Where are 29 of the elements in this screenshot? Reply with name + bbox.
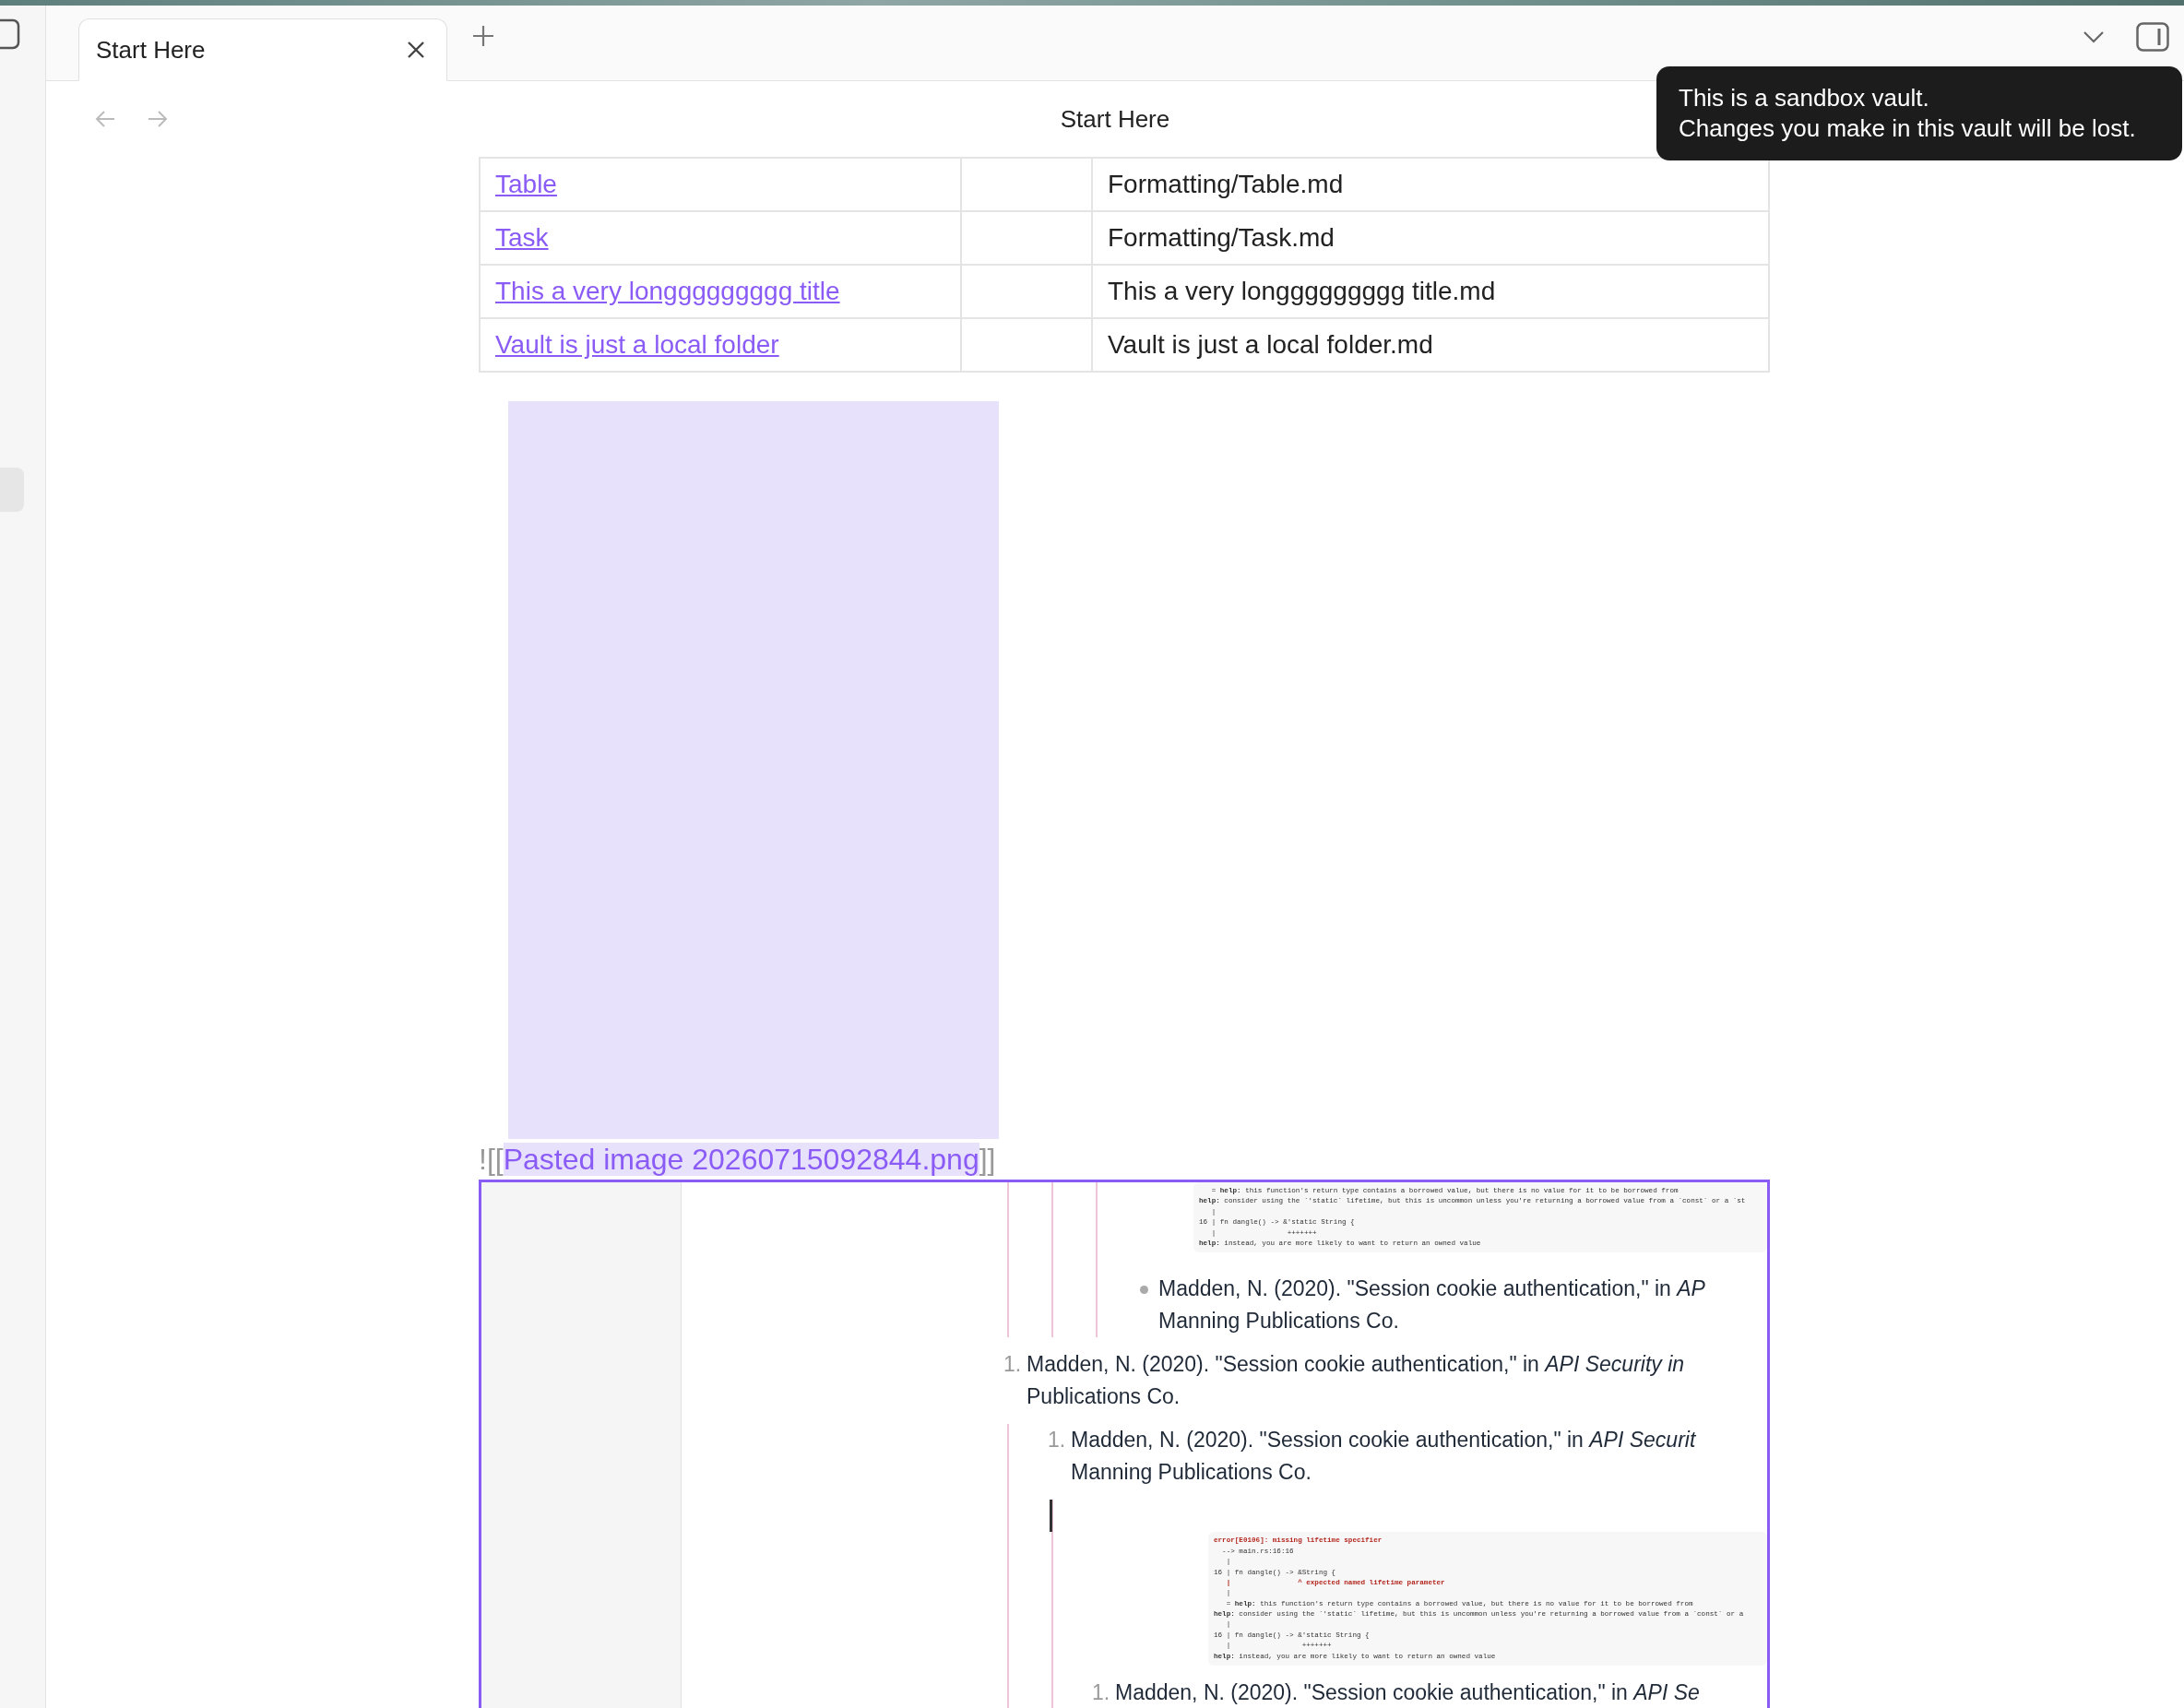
table-cell: This a very longgggggggg title.md	[1092, 265, 1769, 318]
reference-text: Madden, N. (2020). "Session cookie authentication," in API Security in Publications Co.	[1027, 1351, 1685, 1411]
chevron-down-icon[interactable]	[2083, 30, 2105, 43]
list-number: 1.	[1048, 1427, 1067, 1454]
note-link[interactable]: Task	[495, 223, 549, 252]
note-link[interactable]: Vault is just a local folder	[495, 330, 779, 359]
embed-bracket: ]]	[979, 1143, 996, 1176]
sidebar-toggle-icon[interactable]	[0, 18, 20, 50]
list-number: 1.	[1092, 1679, 1111, 1707]
tooltip-text: This is a sandbox vault.	[1679, 83, 1930, 113]
sidebar-toggle-icon[interactable]	[2136, 21, 2169, 52]
note-title: Start Here	[1060, 104, 1170, 134]
text-cursor	[1050, 1500, 1052, 1533]
reference-text: Madden, N. (2020). "Session cookie authentication," in API Securit Manning Publications Co.	[1071, 1427, 1696, 1487]
reference-text: Madden, N. (2020). "Session cookie authentication," in AP Manning Publications Co.	[1158, 1275, 1705, 1335]
close-icon[interactable]	[406, 40, 426, 60]
tooltip-text: Changes you make in this vault will be lost.	[1679, 113, 2137, 144]
add-tab-icon[interactable]	[471, 23, 495, 48]
list-number: 1.	[1003, 1351, 1023, 1379]
tab-label: Start Here	[96, 35, 206, 65]
table-cell: Vault is just a local folder.md	[1092, 318, 1769, 372]
embed-bracket: ![[	[479, 1143, 504, 1176]
reference-text: Madden, N. (2020). "Session cookie authentication," in API Se	[1115, 1679, 1700, 1707]
note-link[interactable]: This a very longgggggggg title	[495, 277, 840, 305]
table-cell: Formatting/Task.md	[1092, 211, 1769, 265]
embed-link[interactable]: Pasted image 20260715092844.png	[503, 1143, 979, 1176]
tab[interactable]: Start Here	[78, 18, 447, 81]
note-link[interactable]: Table	[495, 170, 557, 198]
bullet-icon	[1140, 1286, 1148, 1295]
